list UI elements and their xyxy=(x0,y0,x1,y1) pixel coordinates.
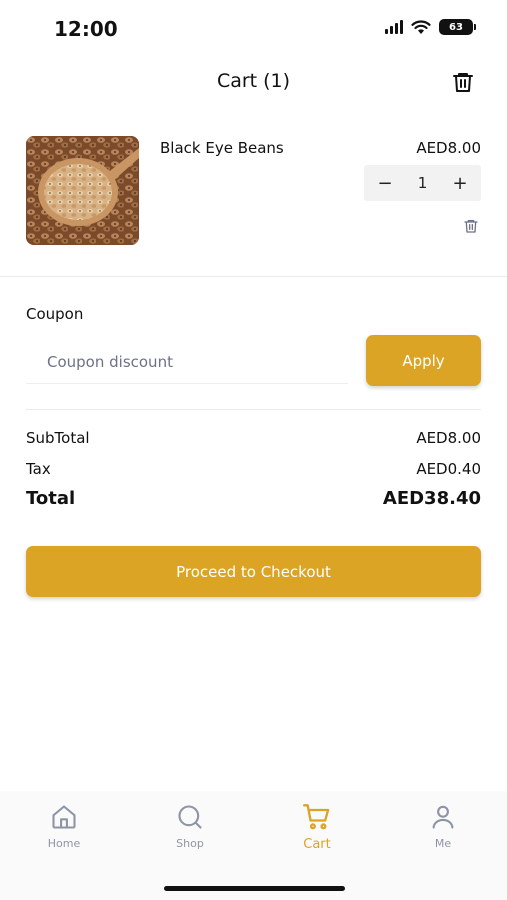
cart-icon xyxy=(303,804,330,830)
person-icon xyxy=(432,805,454,829)
header: Cart (1) xyxy=(0,62,507,102)
remove-item-trash-icon[interactable] xyxy=(463,218,479,234)
tax-label: Tax xyxy=(26,460,51,478)
cart-item: Black Eye Beans AED8.00 − 1 + xyxy=(26,136,481,246)
subtotal-row: SubTotal AED8.00 xyxy=(26,429,481,447)
tab-cart-label: Cart xyxy=(303,837,331,852)
home-indicator xyxy=(164,886,345,891)
page-title: Cart (1) xyxy=(216,70,291,92)
tab-cart[interactable]: Cart xyxy=(272,803,362,852)
product-name[interactable]: Black Eye Beans xyxy=(160,139,284,157)
proceed-to-checkout-button[interactable]: Proceed to Checkout xyxy=(26,546,481,597)
battery-icon: 63 xyxy=(439,19,476,35)
tax-value: AED0.40 xyxy=(416,460,481,478)
quantity-value: 1 xyxy=(417,174,428,192)
quantity-stepper: − 1 + xyxy=(364,165,481,201)
bottom-tab-bar: Home Shop Cart Me xyxy=(0,791,507,900)
total-label: Total xyxy=(26,488,76,509)
status-bar: 12:00 63 xyxy=(0,0,507,56)
clear-cart-trash-icon[interactable] xyxy=(451,70,475,94)
status-time: 12:00 xyxy=(54,17,118,41)
apply-coupon-button[interactable]: Apply xyxy=(366,335,481,386)
search-icon xyxy=(178,805,202,829)
tab-me[interactable]: Me xyxy=(398,803,488,850)
decrement-button[interactable]: − xyxy=(376,173,394,194)
tab-home-label: Home xyxy=(47,837,81,850)
increment-button[interactable]: + xyxy=(451,173,469,194)
coupon-label: Coupon xyxy=(26,305,84,323)
signal-icon xyxy=(385,20,403,34)
tab-me-label: Me xyxy=(434,837,452,850)
product-image[interactable] xyxy=(26,136,139,245)
tab-shop-label: Shop xyxy=(176,837,204,850)
section-divider xyxy=(0,276,507,277)
tab-home[interactable]: Home xyxy=(19,803,109,850)
status-icons: 63 xyxy=(385,19,476,35)
tab-shop[interactable]: Shop xyxy=(145,803,235,850)
total-row: Total AED38.40 xyxy=(26,488,481,509)
home-icon xyxy=(52,805,76,829)
tax-row: Tax AED0.40 xyxy=(26,460,481,478)
subtotal-value: AED8.00 xyxy=(416,429,481,447)
subtotal-label: SubTotal xyxy=(26,429,90,447)
coupon-input[interactable] xyxy=(26,340,348,384)
wifi-icon xyxy=(411,19,431,34)
total-value: AED38.40 xyxy=(382,488,481,509)
summary-divider xyxy=(26,409,481,410)
product-price: AED8.00 xyxy=(416,139,481,157)
